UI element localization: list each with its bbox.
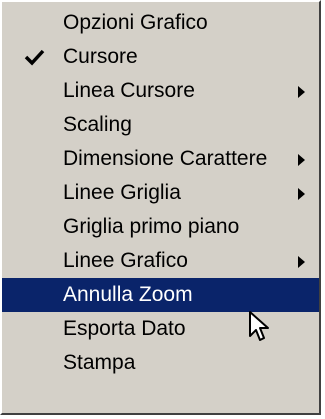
menu-item-dimensione-carattere[interactable]: Dimensione Carattere xyxy=(2,142,319,176)
menu-item-opzioni-grafico[interactable]: Opzioni Grafico xyxy=(2,6,319,40)
menu-item-cursore[interactable]: Cursore xyxy=(2,40,319,74)
menu-item-stampa[interactable]: Stampa xyxy=(2,346,319,380)
submenu-arrow-icon xyxy=(298,256,305,268)
mouse-pointer-icon xyxy=(249,311,269,341)
menu-item-label: Griglia primo piano xyxy=(63,215,240,238)
menu-item-label: Linea Cursore xyxy=(63,79,195,102)
menu-item-label: Esporta Dato xyxy=(63,317,186,340)
menu-item-label: Cursore xyxy=(63,45,138,68)
menu-item-label: Linee Grafico xyxy=(63,249,188,272)
menu-item-scaling[interactable]: Scaling xyxy=(2,108,319,142)
menu-item-label: Annulla Zoom xyxy=(63,283,193,306)
menu-item-linea-cursore[interactable]: Linea Cursore xyxy=(2,74,319,108)
submenu-arrow-icon xyxy=(298,86,305,98)
menu-item-label: Stampa xyxy=(63,351,136,374)
menu-item-label: Linee Griglia xyxy=(63,181,181,204)
menu-item-label: Scaling xyxy=(63,113,132,136)
menu-item-linee-grafico[interactable]: Linee Grafico xyxy=(2,244,319,278)
submenu-arrow-icon xyxy=(298,188,305,200)
check-icon xyxy=(24,49,45,66)
menu-item-label: Dimensione Carattere xyxy=(63,147,268,170)
menu-item-griglia-primo-piano[interactable]: Griglia primo piano xyxy=(2,210,319,244)
menu-item-linee-griglia[interactable]: Linee Griglia xyxy=(2,176,319,210)
menu-item-annulla-zoom[interactable]: Annulla Zoom xyxy=(2,278,319,312)
context-menu: Opzioni Grafico Cursore Linea Cursore Sc… xyxy=(0,0,321,415)
submenu-arrow-icon xyxy=(298,154,305,166)
menu-item-label: Opzioni Grafico xyxy=(63,11,208,34)
